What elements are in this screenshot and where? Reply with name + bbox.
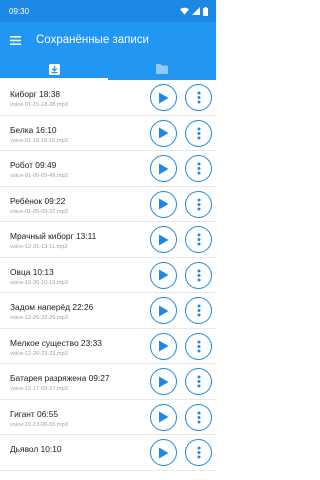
play-icon — [158, 376, 169, 388]
more-vert-icon — [197, 340, 201, 353]
recording-title: Мрачный киборг 13:11 — [10, 231, 97, 241]
recording-filename: voice-12-30-10-13.mp3 — [10, 279, 68, 286]
recording-title: Задом наперёд 22:26 — [10, 302, 94, 312]
more-vert-icon — [197, 269, 201, 282]
more-vert-icon — [197, 162, 201, 175]
play-button[interactable] — [150, 190, 177, 218]
recording-filename: voice-01-05-09-22.mp3 — [10, 208, 68, 215]
tab-bar — [0, 58, 216, 80]
play-icon — [158, 269, 169, 281]
recording-item[interactable]: Киборг 18:38 voice-01-15-18-38.mp3 — [0, 80, 216, 116]
play-icon — [158, 92, 169, 104]
more-options-button[interactable] — [185, 155, 212, 182]
folder-icon — [156, 64, 168, 74]
more-vert-icon — [197, 304, 201, 317]
play-button[interactable] — [150, 403, 177, 431]
download-icon — [48, 63, 60, 75]
play-button[interactable] — [150, 226, 177, 253]
recording-item[interactable]: Задом наперёд 22:26 voice-12-26-22-26.mp3 — [0, 293, 216, 329]
signal-icon — [192, 7, 200, 15]
more-options-button[interactable] — [185, 226, 212, 253]
play-icon — [158, 340, 169, 352]
play-button[interactable] — [150, 155, 177, 182]
menu-icon — [9, 35, 21, 45]
more-vert-icon — [197, 91, 201, 104]
play-button[interactable] — [150, 297, 177, 324]
more-options-button[interactable] — [185, 403, 212, 431]
recording-title: Овца 10:13 — [10, 266, 54, 277]
more-options-button[interactable] — [185, 190, 212, 218]
recording-title: Дьявол 10:10 — [10, 444, 62, 454]
menu-button[interactable] — [0, 22, 30, 58]
wifi-icon — [180, 7, 189, 15]
more-vert-icon — [197, 127, 201, 140]
status-icons — [180, 6, 208, 16]
play-button[interactable] — [150, 439, 177, 466]
app-screen: 09:30 Сохранённые записи Киборг 18:38 vo… — [0, 0, 216, 480]
recording-title: Белка 16:10 — [10, 124, 57, 135]
recording-item[interactable]: Дьявол 10:10 — [0, 435, 216, 471]
recording-filename: voice-12-26-22-26.mp3 — [10, 315, 68, 321]
recording-filename: voice-01-10-16-10.mp3 — [10, 137, 68, 144]
status-bar: 09:30 — [0, 0, 216, 22]
recording-item[interactable]: Ребёнок 09:22 voice-01-05-09-22.mp3 — [0, 187, 216, 222]
recording-filename: voice-12-31-13-11.mp3 — [10, 244, 68, 250]
more-options-button[interactable] — [185, 439, 212, 466]
recording-title: Киборг 18:38 — [10, 89, 61, 99]
recording-filename: voice-12-17-09-27.mp3 — [10, 386, 68, 392]
app-toolbar: Сохранённые записи — [0, 22, 216, 58]
recording-filename: voice-01-15-18-38.mp3 — [10, 102, 68, 108]
tab-downloads[interactable] — [0, 58, 108, 80]
recording-item[interactable]: Белка 16:10 voice-01-10-16-10.mp3 — [0, 116, 216, 151]
more-options-button[interactable] — [185, 368, 212, 395]
play-icon — [158, 234, 169, 246]
page-title: Сохранённые записи — [36, 34, 149, 46]
recording-item[interactable]: Овца 10:13 voice-12-30-10-13.mp3 — [0, 258, 216, 293]
play-icon — [158, 411, 169, 423]
recording-item[interactable]: Мелкое существо 23:33 voice-12-20-23-33.m… — [0, 329, 216, 364]
recording-item[interactable]: Гигант 06:55 voice-12-13-06-55.mp3 — [0, 400, 216, 435]
play-icon — [158, 198, 169, 210]
tab-folder[interactable] — [108, 58, 216, 80]
recording-title: Мелкое существо 23:33 — [10, 337, 102, 348]
more-options-button[interactable] — [185, 261, 212, 289]
recording-title: Робот 09:49 — [10, 160, 57, 170]
play-button[interactable] — [150, 84, 177, 111]
recording-filename: voice-01-06-09-49.mp3 — [10, 173, 68, 179]
recording-filename: voice-12-13-06-55.mp3 — [10, 421, 68, 428]
recording-title: Батарея разряжена 09:27 — [10, 373, 110, 383]
more-vert-icon — [197, 375, 201, 388]
status-time: 09:30 — [9, 6, 30, 16]
more-vert-icon — [197, 198, 201, 211]
more-options-button[interactable] — [185, 297, 212, 324]
play-button[interactable] — [150, 368, 177, 395]
recording-filename: voice-12-20-23-33.mp3 — [10, 350, 68, 357]
more-vert-icon — [197, 233, 201, 246]
more-vert-icon — [197, 411, 201, 424]
more-options-button[interactable] — [185, 332, 212, 360]
recording-title: Гигант 06:55 — [10, 408, 59, 419]
battery-icon — [203, 6, 208, 16]
recordings-list[interactable]: Киборг 18:38 voice-01-15-18-38.mp3 Белка 1… — [0, 80, 216, 480]
play-button[interactable] — [150, 332, 177, 360]
play-icon — [158, 163, 169, 175]
recording-item[interactable]: Батарея разряжена 09:27 voice-12-17-09-27… — [0, 364, 216, 400]
play-button[interactable] — [150, 119, 177, 147]
more-options-button[interactable] — [185, 119, 212, 147]
recording-item[interactable]: Мрачный киборг 13:11 voice-12-31-13-11.mp… — [0, 222, 216, 258]
play-button[interactable] — [150, 261, 177, 289]
play-icon — [158, 127, 169, 139]
more-vert-icon — [197, 446, 201, 459]
play-icon — [158, 305, 169, 317]
recording-item[interactable]: Робот 09:49 voice-01-06-09-49.mp3 — [0, 151, 216, 187]
play-icon — [158, 447, 169, 459]
more-options-button[interactable] — [185, 84, 212, 111]
recording-title: Ребёнок 09:22 — [10, 195, 66, 206]
